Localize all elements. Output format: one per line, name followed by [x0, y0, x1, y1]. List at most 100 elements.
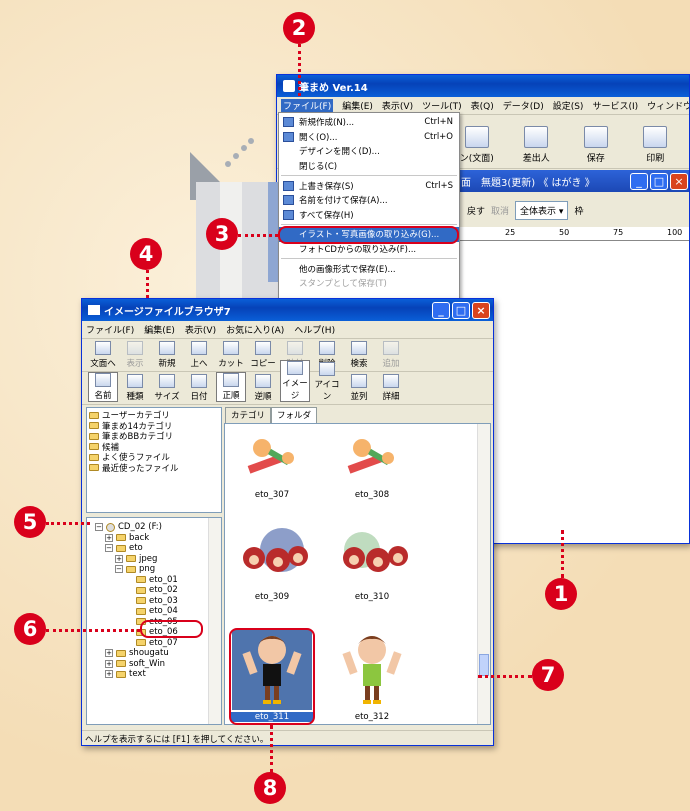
image-thumbnail[interactable]: eto_309 [231, 520, 313, 602]
file-menu-item[interactable]: デザインを開く(D)... [279, 144, 459, 159]
folder-icon [136, 607, 146, 615]
file-menu-item[interactable]: 開く(O)... Ctrl+O [279, 130, 459, 145]
thumbnail-scroll-thumb[interactable] [479, 654, 489, 676]
callout-badge-3: 3 [206, 218, 238, 250]
shortcut-label: Ctrl+S [425, 180, 453, 191]
callout-badge-2: 2 [283, 12, 315, 44]
tab-category[interactable]: カテゴリ [225, 407, 272, 423]
toolbar-button[interactable]: 文面へ [88, 341, 118, 369]
maximize-button[interactable]: □ [452, 301, 470, 319]
image-thumbnail[interactable]: eto_310 [331, 520, 413, 602]
browser-menu-help[interactable]: ヘルプ(H) [294, 323, 335, 336]
file-menu-item[interactable]: すべて保存(H) [279, 208, 459, 223]
toolbar-button[interactable]: 逆順 [248, 374, 278, 402]
file-menu-item[interactable]: 他の画像形式で保存(E)... [279, 261, 459, 276]
doc-minimize-button[interactable]: _ [630, 172, 648, 190]
expander-icon[interactable]: + [105, 659, 113, 668]
menu-edit[interactable]: 編集(E) [342, 99, 373, 112]
category-pane: ユーザーカテゴリ 筆まめ14カテゴリ 筆まめBBカテゴリ 候補 よく使うファイル 最近使っ… [86, 407, 222, 513]
tree-item[interactable]: eto_01 [89, 575, 219, 586]
document-title: 面 無題3(更新) 《 はがき 》 [461, 177, 595, 189]
doc-close-button[interactable]: × [670, 172, 688, 190]
toolbar-button[interactable]: 名前 [88, 372, 118, 402]
expander-icon[interactable]: + [105, 533, 113, 542]
menu-view[interactable]: 表示(V) [382, 99, 413, 112]
tree-item[interactable]: + jpeg [89, 554, 219, 565]
expander-icon[interactable]: − [95, 523, 103, 532]
menu-table[interactable]: 表(Q) [471, 99, 494, 112]
toolbar-button[interactable]: 種類 [120, 374, 150, 402]
callout-dots-5 [46, 522, 90, 525]
browser-menu-favorites[interactable]: お気に入り(A) [226, 323, 284, 336]
file-menu-item[interactable]: 名前を付けて保存(A)... [279, 193, 459, 208]
toolbar-icon [383, 341, 399, 355]
tree-item[interactable]: + text [89, 669, 219, 680]
menu-settings[interactable]: 設定(S) [553, 99, 584, 112]
tree-item[interactable]: eto_07 [89, 638, 219, 649]
menu-file[interactable]: ファイル(F) [281, 99, 334, 112]
tree-item[interactable]: + back [89, 533, 219, 544]
toolbar-button[interactable]: 上へ [184, 341, 214, 369]
tree-item[interactable]: eto_04 [89, 606, 219, 617]
tool-sender[interactable]: 差出人 [507, 126, 567, 164]
image-thumbnail[interactable]: eto_307 [231, 428, 313, 500]
toolbar-button[interactable]: 並列 [344, 374, 374, 402]
file-menu-item[interactable]: 上書き保存(S) Ctrl+S [279, 178, 459, 193]
callout-dots-8 [270, 725, 273, 773]
expander-icon[interactable]: − [115, 565, 123, 574]
expander-icon[interactable]: + [115, 554, 123, 563]
menu-data[interactable]: データ(D) [503, 99, 544, 112]
zoom-select[interactable]: 全体表示 ▾ [515, 200, 569, 220]
file-menu-item[interactable]: 閉じる(C) [279, 159, 459, 174]
image-thumbnail[interactable]: eto_312 [331, 630, 413, 722]
expander-icon[interactable]: − [105, 544, 113, 553]
folder-icon [136, 639, 146, 647]
toolbar-button[interactable]: サイズ [152, 374, 182, 402]
toolbar-button[interactable]: コピー [248, 341, 278, 369]
browser-title: イメージファイルブラウザ7 [104, 306, 231, 318]
menu-window[interactable]: ウィンドウ(W) [647, 99, 689, 112]
toolbar-button[interactable]: 詳細 [376, 374, 406, 402]
category-item[interactable]: 最近使ったファイル [89, 463, 219, 474]
browser-menu-view[interactable]: 表示(V) [185, 323, 216, 336]
tree-item[interactable]: + shougatu [89, 648, 219, 659]
toolbar-button[interactable]: 新規 [152, 341, 182, 369]
tree-item[interactable]: − eto [89, 543, 219, 554]
cancel-button[interactable]: 取消 [491, 204, 509, 217]
toolbar-button[interactable]: 日付 [184, 374, 214, 402]
tree-scrollbar[interactable] [208, 518, 221, 724]
doc-maximize-button[interactable]: □ [650, 172, 668, 190]
callout-dots-2 [298, 44, 301, 96]
tree-item[interactable]: eto_02 [89, 585, 219, 596]
frame-button[interactable]: 枠 [574, 204, 583, 217]
toolbar-button[interactable]: イメージ [280, 360, 310, 402]
tool-save[interactable]: 保存 [566, 126, 626, 164]
file-menu-item-label: スタンプとして保存(T) [299, 279, 387, 290]
close-button[interactable]: × [472, 301, 490, 319]
browser-menu-edit[interactable]: 編集(E) [144, 323, 175, 336]
expander-icon[interactable]: + [105, 670, 113, 679]
callout-badge-7: 7 [532, 659, 564, 691]
minimize-button[interactable]: _ [432, 301, 450, 319]
thumbnail-scrollbar[interactable] [477, 424, 490, 724]
undo-button[interactable]: 戻す [467, 204, 485, 217]
browser-menu-file[interactable]: ファイル(F) [86, 323, 134, 336]
tree-item[interactable]: + soft_Win [89, 659, 219, 670]
tree-item[interactable]: eto_03 [89, 596, 219, 607]
tree-item[interactable]: − png [89, 564, 219, 575]
file-menu-dropdown: 新規作成(N)... Ctrl+N 開く(O)... Ctrl+O デザインを開く(D)… [278, 112, 460, 300]
tool-print[interactable]: 印刷 [626, 126, 686, 164]
toolbar-button[interactable]: 検索 [344, 341, 374, 369]
toolbar-button[interactable]: アイコン [312, 362, 342, 402]
file-menu-item[interactable]: 新規作成(N)... Ctrl+N [279, 115, 459, 130]
toolbar-button[interactable]: 正順 [216, 372, 246, 402]
tree-item[interactable]: − CD_02 (F:) [89, 522, 219, 533]
tab-folder[interactable]: フォルダ [271, 407, 318, 423]
expander-icon[interactable]: + [105, 649, 113, 658]
menu-tools[interactable]: ツール(T) [422, 99, 462, 112]
menu-service[interactable]: サービス(I) [592, 99, 638, 112]
toolbar-button[interactable]: カット [216, 341, 246, 369]
image-thumbnail[interactable]: eto_308 [331, 428, 413, 500]
toolbar-icon [191, 374, 207, 388]
toolbar-button-label: 正順 [222, 391, 240, 401]
